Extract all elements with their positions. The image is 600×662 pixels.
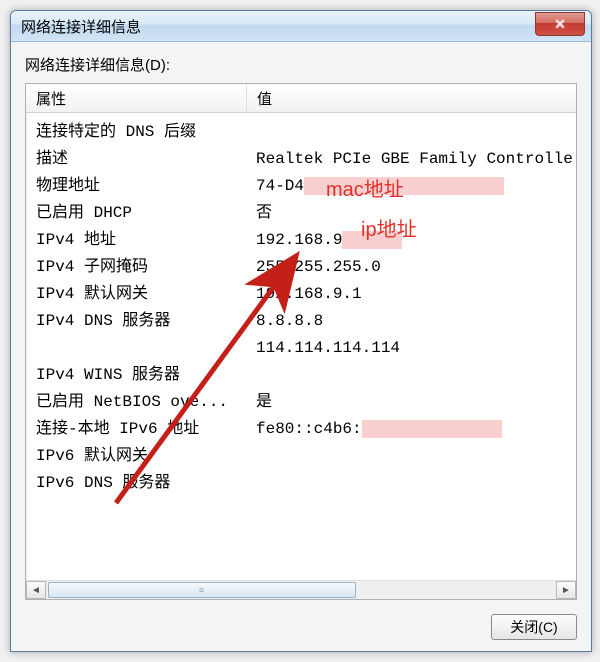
property-cell: IPv4 默认网关 <box>26 281 246 308</box>
listview-header: 属性 值 <box>26 84 576 113</box>
value-cell: 是 <box>246 389 576 416</box>
title-bar[interactable]: 网络连接详细信息 ✕ <box>11 11 591 42</box>
value-cell: Realtek PCIe GBE Family Controlle <box>246 146 576 173</box>
property-cell: 物理地址 <box>26 173 246 200</box>
table-row[interactable]: 已启用 DHCP否 <box>26 200 576 227</box>
table-row[interactable]: IPv6 默认网关 <box>26 443 576 470</box>
scroll-right-button[interactable]: ► <box>556 581 576 599</box>
scroll-track[interactable]: ≡ <box>46 581 556 599</box>
value-cell: 114.114.114.114 <box>246 335 576 362</box>
dialog-window: 网络连接详细信息 ✕ 网络连接详细信息(D): 属性 值 <box>10 10 592 652</box>
scroll-left-button[interactable]: ◄ <box>26 581 46 599</box>
property-cell: 已启用 NetBIOS ove... <box>26 389 246 416</box>
value-cell: 192.168.9.1 <box>246 281 576 308</box>
value-cell: 否 <box>246 200 576 227</box>
table-row[interactable]: 连接-本地 IPv6 地址fe80::c4b6: <box>26 416 576 443</box>
horizontal-scrollbar[interactable]: ◄ ≡ ► <box>26 580 576 599</box>
details-listview[interactable]: 属性 值 mac地址 ip地址 连接特定的 DNS 后缀描述Realtek PC… <box>25 83 577 600</box>
value-cell: 255.255.255.0 <box>246 254 576 281</box>
property-cell: IPv6 DNS 服务器 <box>26 470 246 497</box>
table-row[interactable]: 114.114.114.114 <box>26 335 576 362</box>
table-row[interactable]: IPv4 子网掩码255.255.255.0 <box>26 254 576 281</box>
value-cell: 8.8.8.8 <box>246 308 576 335</box>
listview-content: mac地址 ip地址 连接特定的 DNS 后缀描述Realtek PCIe GB… <box>26 113 576 580</box>
value-cell: 74-D4 <box>246 173 576 200</box>
table-row[interactable]: 连接特定的 DNS 后缀 <box>26 119 576 146</box>
value-cell: 192.168.9 <box>246 227 576 254</box>
close-button[interactable]: 关闭(C) <box>491 614 577 640</box>
property-cell <box>26 335 246 362</box>
table-row[interactable]: IPv4 DNS 服务器8.8.8.8 <box>26 308 576 335</box>
close-icon: ✕ <box>554 16 566 33</box>
table-row[interactable]: IPv4 地址192.168.9 <box>26 227 576 254</box>
header-property[interactable]: 属性 <box>26 84 247 112</box>
property-cell: IPv4 地址 <box>26 227 246 254</box>
window-close-button[interactable]: ✕ <box>535 12 585 36</box>
redaction-box <box>304 177 504 195</box>
property-cell: IPv4 DNS 服务器 <box>26 308 246 335</box>
dialog-body: 网络连接详细信息(D): 属性 值 mac地址 ip地址 连接特定 <box>11 42 591 652</box>
redaction-box <box>342 231 402 249</box>
scroll-thumb[interactable]: ≡ <box>48 582 356 598</box>
section-label: 网络连接详细信息(D): <box>25 54 577 75</box>
value-cell <box>246 119 576 146</box>
value-cell <box>246 443 576 470</box>
property-cell: IPv4 子网掩码 <box>26 254 246 281</box>
window-title: 网络连接详细信息 <box>21 16 141 37</box>
property-cell: 描述 <box>26 146 246 173</box>
header-value[interactable]: 值 <box>247 88 576 109</box>
dialog-button-row: 关闭(C) <box>25 600 577 640</box>
value-cell: fe80::c4b6: <box>246 416 576 443</box>
table-row[interactable]: IPv4 默认网关192.168.9.1 <box>26 281 576 308</box>
value-cell <box>246 470 576 497</box>
redaction-box <box>362 420 502 438</box>
property-cell: IPv4 WINS 服务器 <box>26 362 246 389</box>
table-row[interactable]: 物理地址74-D4 <box>26 173 576 200</box>
table-row[interactable]: IPv6 DNS 服务器 <box>26 470 576 497</box>
table-row[interactable]: 已启用 NetBIOS ove...是 <box>26 389 576 416</box>
value-cell <box>246 362 576 389</box>
property-cell: 已启用 DHCP <box>26 200 246 227</box>
table-row[interactable]: 描述Realtek PCIe GBE Family Controlle <box>26 146 576 173</box>
property-cell: IPv6 默认网关 <box>26 443 246 470</box>
table-row[interactable]: IPv4 WINS 服务器 <box>26 362 576 389</box>
property-cell: 连接-本地 IPv6 地址 <box>26 416 246 443</box>
property-cell: 连接特定的 DNS 后缀 <box>26 119 246 146</box>
